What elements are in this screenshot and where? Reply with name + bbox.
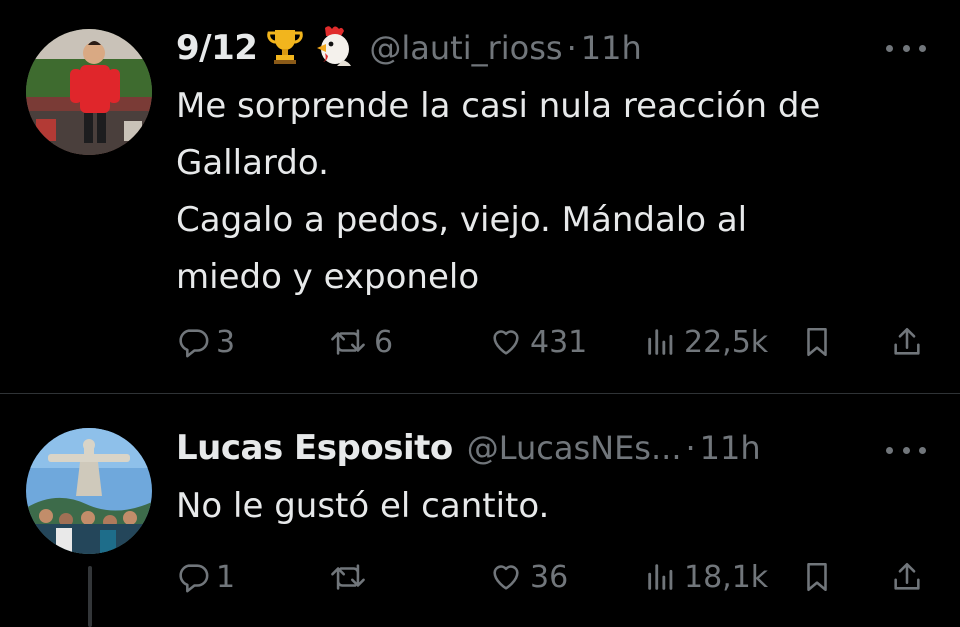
action-bar: 1 36 18,1k [176, 555, 936, 599]
action-bar: 3 6 431 22,5k [176, 320, 936, 364]
tweet-text: Me sorprende la casi nula reacción de Ga… [176, 78, 916, 306]
bookmark-icon [800, 324, 834, 360]
views-count: 18,1k [684, 559, 769, 595]
reply-count: 1 [216, 559, 236, 595]
like-icon [488, 325, 524, 359]
retweet-count: 6 [374, 324, 394, 360]
views-button[interactable]: 18,1k [644, 555, 768, 599]
views-icon [644, 560, 678, 594]
tweet-divider [0, 393, 960, 394]
bookmark-button[interactable] [800, 555, 834, 599]
reply-count: 3 [216, 324, 236, 360]
retweet-button[interactable]: 6 [328, 320, 393, 364]
user-handle[interactable]: @LucasNEs... [467, 429, 682, 467]
bookmark-button[interactable] [800, 320, 834, 364]
tweet-text: No le gustó el cantito. [176, 478, 916, 535]
share-icon [890, 559, 924, 595]
tweet-text-line: Cagalo a pedos, viejo. Mándalo al [176, 200, 748, 240]
retweet-icon [328, 325, 368, 359]
tweet-text-line: miedo y exponelo [176, 257, 480, 297]
avatar[interactable] [26, 428, 152, 554]
reply-icon [176, 560, 210, 594]
display-name[interactable]: Lucas Esposito [176, 428, 453, 468]
thread-line [88, 566, 92, 627]
retweet-icon [328, 560, 368, 594]
display-name[interactable]: 9/12 [176, 28, 258, 68]
reply-icon [176, 325, 210, 359]
share-icon [890, 324, 924, 360]
user-handle[interactable]: @lauti_rioss [369, 29, 562, 67]
share-button[interactable] [890, 555, 924, 599]
separator-dot: · [685, 429, 696, 467]
more-icon[interactable] [886, 38, 926, 58]
reply-button[interactable]: 3 [176, 320, 235, 364]
views-count: 22,5k [684, 324, 769, 360]
like-count: 431 [530, 324, 588, 360]
avatar[interactable] [26, 29, 152, 155]
more-icon[interactable] [886, 440, 926, 460]
tweet-header: Lucas Esposito @LucasNEs... · 11h [176, 428, 761, 468]
views-button[interactable]: 22,5k [644, 320, 768, 364]
like-count: 36 [530, 559, 569, 595]
tweet-text-line: Gallardo. [176, 143, 329, 183]
like-button[interactable]: 36 [488, 555, 568, 599]
views-icon [644, 325, 678, 359]
tweet[interactable]: 9/12 @lauti_rioss · 11h Me sorprende la … [0, 0, 960, 393]
tweet-text-line: No le gustó el cantito. [176, 486, 550, 526]
timestamp[interactable]: 11h [581, 29, 642, 67]
bookmark-icon [800, 559, 834, 595]
rooster-icon [313, 24, 355, 72]
timestamp[interactable]: 11h [700, 429, 761, 467]
separator-dot: · [566, 29, 577, 67]
like-button[interactable]: 431 [488, 320, 587, 364]
trophy-icon [265, 26, 305, 70]
tweet-header: 9/12 @lauti_rioss · 11h [176, 26, 642, 70]
share-button[interactable] [890, 320, 924, 364]
tweet-text-line: Me sorprende la casi nula reacción de [176, 86, 821, 126]
like-icon [488, 560, 524, 594]
retweet-button[interactable] [328, 555, 374, 599]
reply-button[interactable]: 1 [176, 555, 235, 599]
